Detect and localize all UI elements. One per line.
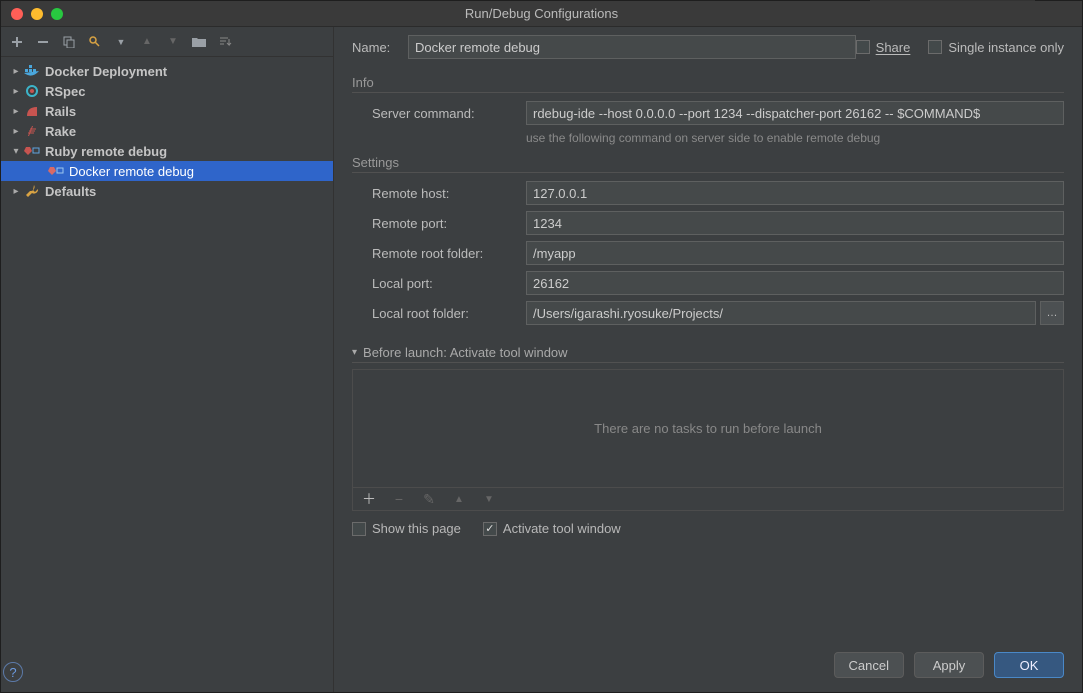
- activate-tool-window-label: Activate tool window: [503, 521, 621, 536]
- right-panel: Name: Share Single instance only Info S: [334, 27, 1082, 692]
- tree-item-docker-remote-debug[interactable]: Docker remote debug: [1, 161, 333, 181]
- dialog-footer: Cancel Apply OK: [352, 640, 1064, 692]
- help-button[interactable]: ?: [3, 662, 23, 682]
- remote-root-input[interactable]: [526, 241, 1064, 265]
- server-command-input[interactable]: [526, 101, 1064, 125]
- activate-tool-window-checkbox[interactable]: ✓ Activate tool window: [483, 521, 621, 536]
- local-port-label: Local port:: [372, 276, 526, 291]
- local-root-label: Local root folder:: [372, 306, 526, 321]
- tree-label: Rails: [45, 104, 76, 119]
- add-task-icon[interactable]: ＋: [361, 491, 377, 507]
- expand-arrow-icon[interactable]: ▸: [9, 66, 23, 77]
- dialog-body: ▼ ▲ ▼ ▸ Docker Deployment ▸ RSpec: [1, 27, 1082, 692]
- browse-folder-button[interactable]: …: [1040, 301, 1064, 325]
- titlebar: Run/Debug Configurations: [1, 1, 1082, 27]
- before-launch-list: There are no tasks to run before launch: [352, 369, 1064, 487]
- tree-item-ruby-remote-debug[interactable]: ▾ Ruby remote debug: [1, 141, 333, 161]
- move-up-icon[interactable]: ▲: [451, 491, 467, 507]
- expand-arrow-icon[interactable]: ▸: [9, 86, 23, 97]
- chevron-down-icon[interactable]: ▼: [113, 34, 129, 50]
- before-launch-section: ▾ Before launch: Activate tool window Th…: [352, 345, 1064, 536]
- single-instance-checkbox[interactable]: Single instance only: [928, 40, 1064, 55]
- move-up-icon[interactable]: ▲: [139, 34, 155, 50]
- checkbox-checked-icon: ✓: [483, 522, 497, 536]
- remote-host-label: Remote host:: [372, 186, 526, 201]
- server-command-hint: use the following command on server side…: [526, 131, 1064, 145]
- tree-label: Docker remote debug: [69, 164, 194, 179]
- info-section-title: Info: [352, 75, 1064, 93]
- tree-item-defaults[interactable]: ▸ Defaults: [1, 181, 333, 201]
- config-tree[interactable]: ▸ Docker Deployment ▸ RSpec ▸ Rails ▸: [1, 57, 333, 652]
- sort-icon[interactable]: [217, 34, 233, 50]
- cancel-button[interactable]: Cancel: [834, 652, 904, 678]
- tree-label: Ruby remote debug: [45, 144, 167, 159]
- show-this-page-label: Show this page: [372, 521, 461, 536]
- move-down-icon[interactable]: ▼: [165, 34, 181, 50]
- left-panel: ▼ ▲ ▼ ▸ Docker Deployment ▸ RSpec: [1, 27, 334, 692]
- ruby-remote-icon: [23, 143, 41, 159]
- window-title: Run/Debug Configurations: [1, 6, 1082, 21]
- docker-icon: [23, 63, 41, 79]
- local-root-input[interactable]: [526, 301, 1036, 325]
- remove-task-icon[interactable]: −: [391, 491, 407, 507]
- share-checkbox[interactable]: Share: [856, 40, 911, 55]
- folder-icon[interactable]: [191, 34, 207, 50]
- rspec-icon: [23, 83, 41, 99]
- add-config-icon[interactable]: [9, 34, 25, 50]
- before-launch-checks: Show this page ✓ Activate tool window: [352, 521, 1064, 536]
- tree-item-rake[interactable]: ▸ Rake: [1, 121, 333, 141]
- tree-label: Docker Deployment: [45, 64, 167, 79]
- remote-port-input[interactable]: [526, 211, 1064, 235]
- remote-root-label: Remote root folder:: [372, 246, 526, 261]
- tree-label: Defaults: [45, 184, 96, 199]
- top-checks: Share Single instance only: [856, 40, 1064, 55]
- config-toolbar: ▼ ▲ ▼: [1, 27, 333, 57]
- name-label: Name:: [352, 40, 408, 55]
- ruby-remote-icon: [47, 163, 65, 179]
- before-launch-toolbar: ＋ − ✎ ▲ ▼: [352, 487, 1064, 511]
- before-launch-title: Before launch: Activate tool window: [363, 345, 568, 360]
- dialog-window: Run/Debug Configurations ▼ ▲ ▼ ▸ Docker …: [0, 0, 1083, 693]
- checkbox-icon: [352, 522, 366, 536]
- expand-arrow-icon[interactable]: ▸: [9, 126, 23, 137]
- config-name-input[interactable]: [408, 35, 856, 59]
- tree-label: RSpec: [45, 84, 85, 99]
- expand-arrow-icon[interactable]: ▸: [9, 106, 23, 117]
- info-block: Server command: use the following comman…: [352, 101, 1064, 145]
- edit-task-icon[interactable]: ✎: [421, 491, 437, 507]
- remote-port-label: Remote port:: [372, 216, 526, 231]
- collapse-arrow-icon[interactable]: ▾: [9, 146, 23, 157]
- local-port-input[interactable]: [526, 271, 1064, 295]
- tree-label: Rake: [45, 124, 76, 139]
- rake-icon: [23, 123, 41, 139]
- show-this-page-checkbox[interactable]: Show this page: [352, 521, 461, 536]
- apply-button[interactable]: Apply: [914, 652, 984, 678]
- remove-config-icon[interactable]: [35, 34, 51, 50]
- ok-button[interactable]: OK: [994, 652, 1064, 678]
- name-row: Name: Share Single instance only: [352, 35, 1064, 59]
- tree-item-rails[interactable]: ▸ Rails: [1, 101, 333, 121]
- checkbox-icon: [928, 40, 942, 54]
- settings-block: Remote host: Remote port: Remote root fo…: [352, 181, 1064, 331]
- move-down-icon[interactable]: ▼: [481, 491, 497, 507]
- remote-host-input[interactable]: [526, 181, 1064, 205]
- expand-arrow-icon[interactable]: ▸: [9, 186, 23, 197]
- settings-icon[interactable]: [87, 34, 103, 50]
- single-instance-label: Single instance only: [948, 40, 1064, 55]
- tree-item-docker-deployment[interactable]: ▸ Docker Deployment: [1, 61, 333, 81]
- collapse-arrow-icon: ▾: [352, 347, 357, 358]
- rails-icon: [23, 103, 41, 119]
- server-command-label: Server command:: [372, 106, 526, 121]
- settings-section-title: Settings: [352, 155, 1064, 173]
- copy-config-icon[interactable]: [61, 34, 77, 50]
- before-launch-header[interactable]: ▾ Before launch: Activate tool window: [352, 345, 1064, 363]
- checkbox-icon: [856, 40, 870, 54]
- footer-buttons: Cancel Apply OK: [834, 652, 1064, 678]
- share-label: Share: [876, 40, 911, 55]
- wrench-icon: [23, 183, 41, 199]
- tree-item-rspec[interactable]: ▸ RSpec: [1, 81, 333, 101]
- before-launch-empty-text: There are no tasks to run before launch: [594, 421, 822, 436]
